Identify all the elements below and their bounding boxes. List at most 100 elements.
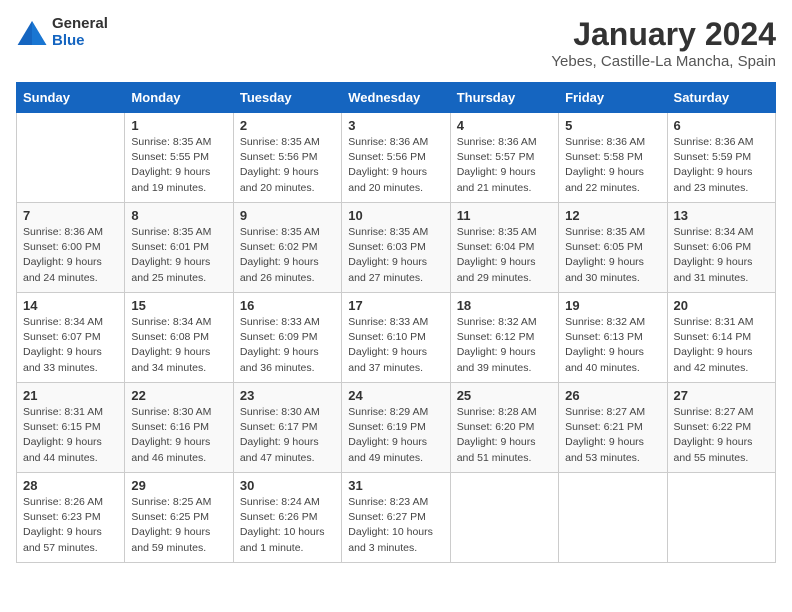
weekday-header-wednesday: Wednesday	[342, 83, 450, 113]
weekday-header-thursday: Thursday	[450, 83, 558, 113]
day-detail: Sunrise: 8:34 AM Sunset: 6:06 PM Dayligh…	[674, 225, 769, 286]
calendar-cell: 7Sunrise: 8:36 AM Sunset: 6:00 PM Daylig…	[17, 203, 125, 293]
day-detail: Sunrise: 8:27 AM Sunset: 6:21 PM Dayligh…	[565, 405, 660, 466]
weekday-header-friday: Friday	[559, 83, 667, 113]
calendar-week-2: 7Sunrise: 8:36 AM Sunset: 6:00 PM Daylig…	[17, 203, 776, 293]
day-number: 6	[674, 118, 769, 133]
day-detail: Sunrise: 8:36 AM Sunset: 5:57 PM Dayligh…	[457, 135, 552, 196]
calendar-cell	[559, 473, 667, 563]
calendar-week-3: 14Sunrise: 8:34 AM Sunset: 6:07 PM Dayli…	[17, 293, 776, 383]
calendar-cell: 11Sunrise: 8:35 AM Sunset: 6:04 PM Dayli…	[450, 203, 558, 293]
day-detail: Sunrise: 8:32 AM Sunset: 6:13 PM Dayligh…	[565, 315, 660, 376]
title-area: January 2024 Yebes, Castille-La Mancha, …	[551, 16, 776, 70]
day-number: 3	[348, 118, 443, 133]
weekday-header-saturday: Saturday	[667, 83, 775, 113]
day-detail: Sunrise: 8:26 AM Sunset: 6:23 PM Dayligh…	[23, 495, 118, 556]
calendar-cell: 29 Sunrise: 8:25 AM Sunset: 6:25 PM Dayli…	[125, 473, 233, 563]
weekday-header-row: SundayMondayTuesdayWednesdayThursdayFrid…	[17, 83, 776, 113]
day-detail: Sunrise: 8:24 AM Sunset: 6:26 PM Dayligh…	[240, 495, 335, 556]
day-number: 1	[131, 118, 226, 133]
logo-general: General	[52, 16, 108, 33]
day-number: 2	[240, 118, 335, 133]
day-number: 14	[23, 298, 118, 313]
calendar-body: 1 Sunrise: 8:35 AM Sunset: 5:55 PM Daylig…	[17, 113, 776, 563]
day-number: 13	[674, 208, 769, 223]
calendar-cell: 12 Sunrise: 8:35 AM Sunset: 6:05 PM Dayli…	[559, 203, 667, 293]
calendar-cell: 4 Sunrise: 8:36 AM Sunset: 5:57 PM Daylig…	[450, 113, 558, 203]
day-detail: Sunrise: 8:35 AM Sunset: 6:03 PM Dayligh…	[348, 225, 443, 286]
day-number: 27	[674, 388, 769, 403]
calendar-cell: 26 Sunrise: 8:27 AM Sunset: 6:21 PM Dayli…	[559, 383, 667, 473]
day-detail: Sunrise: 8:28 AM Sunset: 6:20 PM Dayligh…	[457, 405, 552, 466]
logo-blue: Blue	[52, 33, 108, 50]
weekday-header-sunday: Sunday	[17, 83, 125, 113]
calendar-cell	[17, 113, 125, 203]
calendar-cell	[667, 473, 775, 563]
day-detail: Sunrise: 8:23 AM Sunset: 6:27 PM Dayligh…	[348, 495, 443, 556]
calendar-cell: 13 Sunrise: 8:34 AM Sunset: 6:06 PM Dayli…	[667, 203, 775, 293]
calendar-cell: 6 Sunrise: 8:36 AM Sunset: 5:59 PM Daylig…	[667, 113, 775, 203]
calendar-cell: 9Sunrise: 8:35 AM Sunset: 6:02 PM Daylig…	[233, 203, 341, 293]
calendar-cell: 30 Sunrise: 8:24 AM Sunset: 6:26 PM Dayli…	[233, 473, 341, 563]
day-number: 18	[457, 298, 552, 313]
calendar-week-4: 21Sunrise: 8:31 AM Sunset: 6:15 PM Dayli…	[17, 383, 776, 473]
day-number: 12	[565, 208, 660, 223]
day-detail: Sunrise: 8:36 AM Sunset: 5:56 PM Dayligh…	[348, 135, 443, 196]
day-number: 17	[348, 298, 443, 313]
day-detail: Sunrise: 8:29 AM Sunset: 6:19 PM Dayligh…	[348, 405, 443, 466]
calendar-cell: 20Sunrise: 8:31 AM Sunset: 6:14 PM Dayli…	[667, 293, 775, 383]
day-number: 28	[23, 478, 118, 493]
calendar-cell: 24Sunrise: 8:29 AM Sunset: 6:19 PM Dayli…	[342, 383, 450, 473]
day-number: 8	[131, 208, 226, 223]
day-number: 21	[23, 388, 118, 403]
calendar-cell: 23Sunrise: 8:30 AM Sunset: 6:17 PM Dayli…	[233, 383, 341, 473]
day-detail: Sunrise: 8:35 AM Sunset: 5:56 PM Dayligh…	[240, 135, 335, 196]
day-number: 25	[457, 388, 552, 403]
day-detail: Sunrise: 8:36 AM Sunset: 5:58 PM Dayligh…	[565, 135, 660, 196]
day-number: 15	[131, 298, 226, 313]
day-number: 19	[565, 298, 660, 313]
day-detail: Sunrise: 8:27 AM Sunset: 6:22 PM Dayligh…	[674, 405, 769, 466]
calendar-subtitle: Yebes, Castille-La Mancha, Spain	[551, 53, 776, 70]
calendar-cell: 19 Sunrise: 8:32 AM Sunset: 6:13 PM Dayli…	[559, 293, 667, 383]
logo-icon	[16, 19, 48, 47]
day-detail: Sunrise: 8:33 AM Sunset: 6:10 PM Dayligh…	[348, 315, 443, 376]
day-number: 26	[565, 388, 660, 403]
calendar-cell: 16Sunrise: 8:33 AM Sunset: 6:09 PM Dayli…	[233, 293, 341, 383]
day-detail: Sunrise: 8:35 AM Sunset: 6:05 PM Dayligh…	[565, 225, 660, 286]
day-detail: Sunrise: 8:30 AM Sunset: 6:17 PM Dayligh…	[240, 405, 335, 466]
day-number: 10	[348, 208, 443, 223]
calendar-cell: 15 Sunrise: 8:34 AM Sunset: 6:08 PM Dayli…	[125, 293, 233, 383]
calendar-cell: 5 Sunrise: 8:36 AM Sunset: 5:58 PM Daylig…	[559, 113, 667, 203]
day-detail: Sunrise: 8:35 AM Sunset: 5:55 PM Dayligh…	[131, 135, 226, 196]
weekday-header-tuesday: Tuesday	[233, 83, 341, 113]
calendar-header: SundayMondayTuesdayWednesdayThursdayFrid…	[17, 83, 776, 113]
calendar-cell: 25 Sunrise: 8:28 AM Sunset: 6:20 PM Dayli…	[450, 383, 558, 473]
calendar-cell: 31Sunrise: 8:23 AM Sunset: 6:27 PM Dayli…	[342, 473, 450, 563]
calendar-cell: 27 Sunrise: 8:27 AM Sunset: 6:22 PM Dayli…	[667, 383, 775, 473]
day-detail: Sunrise: 8:36 AM Sunset: 6:00 PM Dayligh…	[23, 225, 118, 286]
calendar-cell: 10 Sunrise: 8:35 AM Sunset: 6:03 PM Dayli…	[342, 203, 450, 293]
day-detail: Sunrise: 8:35 AM Sunset: 6:02 PM Dayligh…	[240, 225, 335, 286]
day-detail: Sunrise: 8:35 AM Sunset: 6:01 PM Dayligh…	[131, 225, 226, 286]
day-number: 16	[240, 298, 335, 313]
day-detail: Sunrise: 8:34 AM Sunset: 6:08 PM Dayligh…	[131, 315, 226, 376]
calendar-cell: 8 Sunrise: 8:35 AM Sunset: 6:01 PM Daylig…	[125, 203, 233, 293]
day-number: 22	[131, 388, 226, 403]
calendar-cell: 2 Sunrise: 8:35 AM Sunset: 5:56 PM Daylig…	[233, 113, 341, 203]
calendar-cell	[450, 473, 558, 563]
day-detail: Sunrise: 8:25 AM Sunset: 6:25 PM Dayligh…	[131, 495, 226, 556]
logo: General Blue	[16, 16, 108, 49]
day-number: 30	[240, 478, 335, 493]
day-number: 4	[457, 118, 552, 133]
day-number: 11	[457, 208, 552, 223]
day-detail: Sunrise: 8:32 AM Sunset: 6:12 PM Dayligh…	[457, 315, 552, 376]
calendar-cell: 1 Sunrise: 8:35 AM Sunset: 5:55 PM Daylig…	[125, 113, 233, 203]
day-number: 5	[565, 118, 660, 133]
calendar-cell: 18 Sunrise: 8:32 AM Sunset: 6:12 PM Dayli…	[450, 293, 558, 383]
day-detail: Sunrise: 8:30 AM Sunset: 6:16 PM Dayligh…	[131, 405, 226, 466]
calendar-cell: 22 Sunrise: 8:30 AM Sunset: 6:16 PM Dayli…	[125, 383, 233, 473]
day-detail: Sunrise: 8:36 AM Sunset: 5:59 PM Dayligh…	[674, 135, 769, 196]
day-number: 29	[131, 478, 226, 493]
day-number: 20	[674, 298, 769, 313]
